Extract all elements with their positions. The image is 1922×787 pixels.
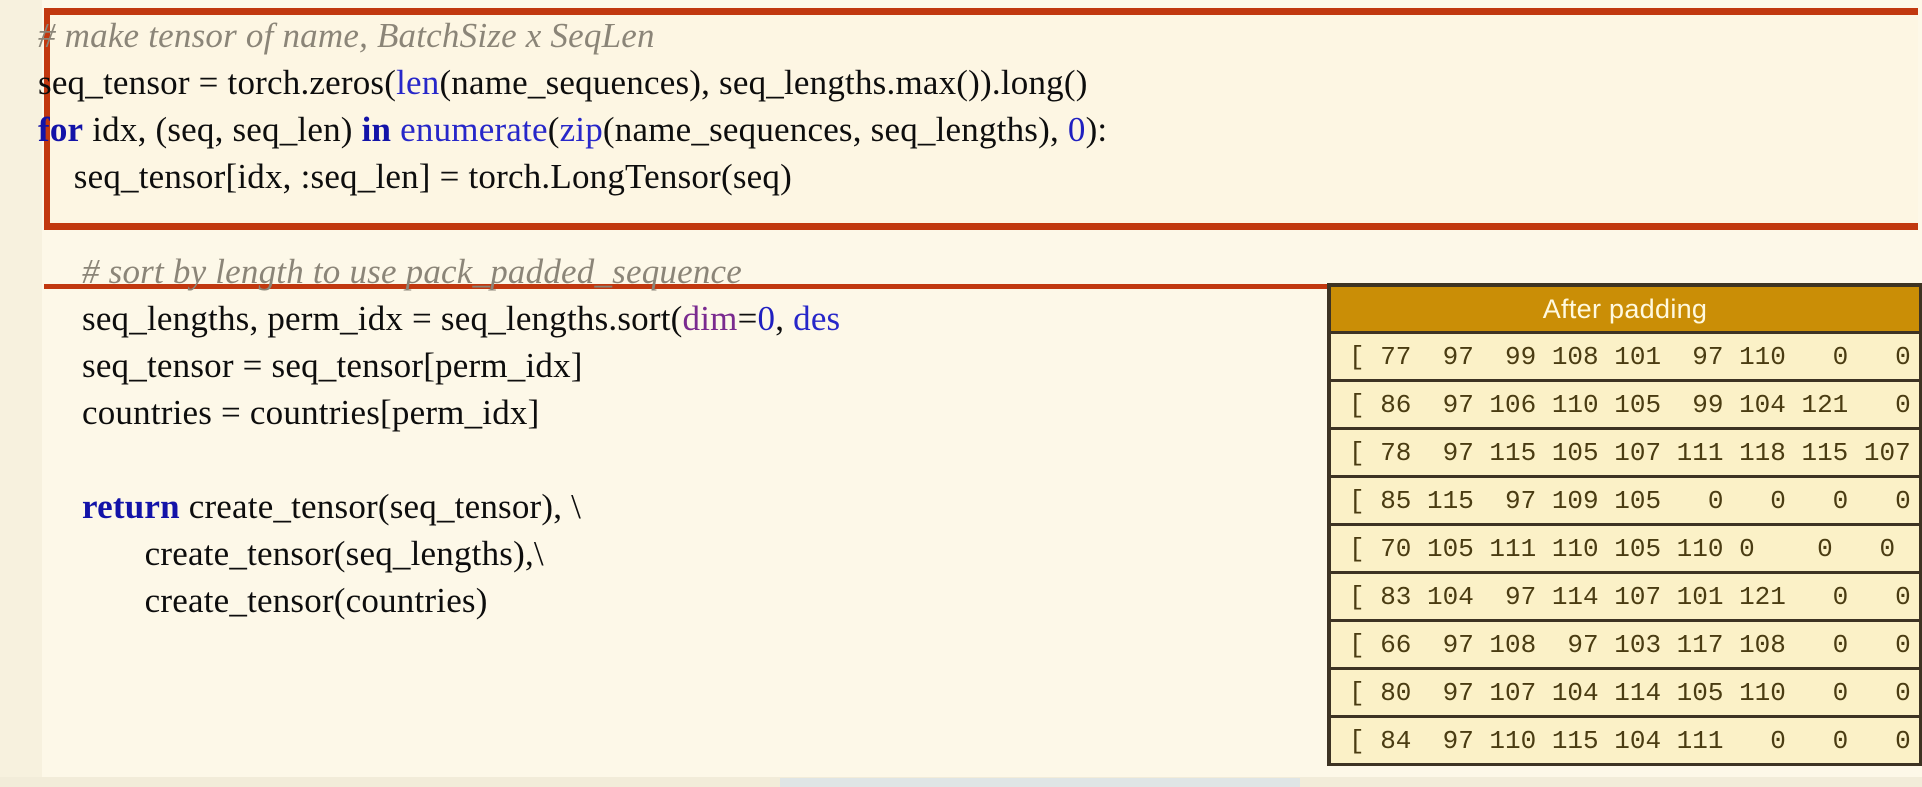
top-code-listing: # make tensor of name, BatchSize x SeqLe… (38, 12, 1107, 200)
bottom-code-token: des (793, 299, 841, 338)
table-cell-sequence: [ 86 97 106 110 105 99 104 121 0 0] (1327, 379, 1922, 430)
top-code-token: (name_sequences, seq_lengths), (602, 110, 1068, 149)
bottom-code-token: # sort by length to use pack_padded_sequ… (82, 252, 743, 291)
bottom-code-line: create_tensor(seq_lengths),\ (82, 530, 1092, 577)
top-code-token: # make tensor of name, BatchSize x SeqLe… (38, 16, 655, 55)
top-code-token: in (361, 110, 392, 149)
bottom-code-line: seq_tensor = seq_tensor[perm_idx] (82, 342, 1092, 389)
table-row: [ 80 97 107 104 114 105 110 0 0 0] (1327, 667, 1922, 718)
top-code-token: for (38, 110, 84, 149)
bottom-code-line: create_tensor(countries) (82, 577, 1092, 624)
top-code-line: for idx, (seq, seq_len) in enumerate(zip… (38, 106, 1107, 153)
table-row: [ 86 97 106 110 105 99 104 121 0 0] (1327, 379, 1922, 430)
top-code-token: 0 (1067, 110, 1086, 149)
table-row: [ 83 104 97 114 107 101 121 0 0 0] (1327, 571, 1922, 622)
top-code-token: len (396, 63, 440, 102)
table-row: [ 66 97 108 97 103 117 108 0 0 0] (1327, 619, 1922, 670)
bottom-code-token: , (775, 299, 794, 338)
bottom-code-token: countries = countries[perm_idx] (82, 393, 540, 432)
table-row: [ 84 97 110 115 104 111 0 0 0 0] (1327, 715, 1922, 766)
table-header-row: After padding (1327, 283, 1922, 334)
bottom-code-listing: # sort by length to use pack_padded_sequ… (82, 248, 1092, 624)
bottom-code-token: seq_lengths, perm_idx = seq_lengths.sort… (82, 299, 683, 338)
bottom-code-line: return create_tensor(seq_tensor), \ (82, 483, 1092, 530)
top-code-token: idx, (seq, seq_len) (83, 110, 362, 149)
bottom-code-token: return (82, 487, 180, 526)
bottom-code-token: seq_tensor = seq_tensor[perm_idx] (82, 346, 583, 385)
top-code-token: enumerate (400, 110, 548, 149)
table-row: [ 77 97 99 108 101 97 110 0 0 0] (1327, 331, 1922, 382)
top-code-line: # make tensor of name, BatchSize x SeqLe… (38, 12, 1107, 59)
bottom-code-line (82, 436, 1092, 483)
top-code-token: ): (1085, 110, 1108, 149)
table-cell-sequence: [ 85 115 97 109 105 0 0 0 0 0] (1327, 475, 1922, 526)
table-cell-sequence: [ 70 105 111 110 105 110 0 0 0 0] (1327, 523, 1922, 574)
top-code-token (391, 110, 400, 149)
after-padding-table: After padding[ 77 97 99 108 101 97 110 0… (1327, 283, 1922, 766)
bottom-code-token: create_tensor(seq_lengths),\ (82, 534, 544, 573)
top-code-line: seq_tensor = torch.zeros(len(name_sequen… (38, 59, 1107, 106)
top-code-token: seq_tensor[idx, :seq_len] = torch.LongTe… (38, 157, 792, 196)
table-cell-sequence: [ 77 97 99 108 101 97 110 0 0 0] (1327, 331, 1922, 382)
bottom-code-token: create_tensor(countries) (82, 581, 488, 620)
top-code-token: seq_tensor = torch.zeros( (38, 63, 397, 102)
bottom-code-token: 0 (757, 299, 776, 338)
bottom-code-token: = (737, 299, 758, 338)
bottom-code-token (82, 440, 91, 479)
slide-bottom-accent-bar (780, 778, 1300, 787)
bottom-code-token: create_tensor(seq_tensor), \ (179, 487, 582, 526)
bottom-code-token: dim (682, 299, 738, 338)
top-code-token: zip (559, 110, 603, 149)
slide-left-margin-strip (0, 0, 42, 787)
slide-canvas: # make tensor of name, BatchSize x SeqLe… (0, 0, 1922, 787)
bottom-code-line: # sort by length to use pack_padded_sequ… (82, 248, 1092, 295)
table-cell-sequence: [ 80 97 107 104 114 105 110 0 0 0] (1327, 667, 1922, 718)
table-row: [ 78 97 115 105 107 111 118 115 107 121] (1327, 427, 1922, 478)
table-cell-sequence: [ 66 97 108 97 103 117 108 0 0 0] (1327, 619, 1922, 670)
table-row: [ 85 115 97 109 105 0 0 0 0 0] (1327, 475, 1922, 526)
top-code-token: ( (547, 110, 560, 149)
table-cell-sequence: [ 83 104 97 114 107 101 121 0 0 0] (1327, 571, 1922, 622)
bottom-code-line: seq_lengths, perm_idx = seq_lengths.sort… (82, 295, 1092, 342)
table-cell-sequence: [ 84 97 110 115 104 111 0 0 0 0] (1327, 715, 1922, 766)
table-header-cell: After padding (1327, 283, 1922, 334)
table-row: [ 70 105 111 110 105 110 0 0 0 0] (1327, 523, 1922, 574)
top-code-token: (name_sequences), seq_lengths.max()).lon… (439, 63, 1088, 102)
top-code-line: seq_tensor[idx, :seq_len] = torch.LongTe… (38, 153, 1107, 200)
table-cell-sequence: [ 78 97 115 105 107 111 118 115 107 121] (1327, 427, 1922, 478)
bottom-code-line: countries = countries[perm_idx] (82, 389, 1092, 436)
